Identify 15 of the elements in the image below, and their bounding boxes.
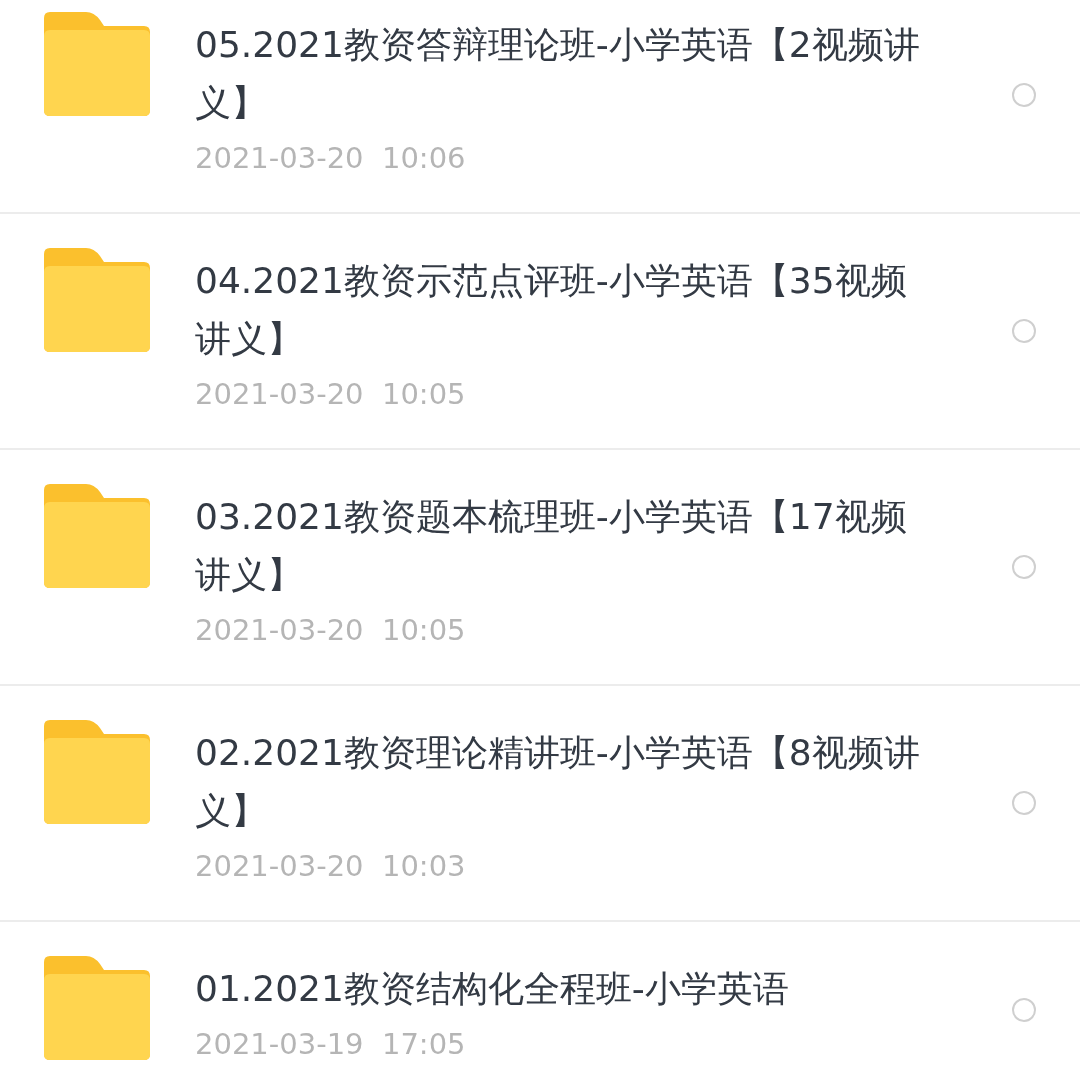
modified-date: 2021-03-20 10:05 bbox=[195, 612, 467, 648]
folder-icon bbox=[44, 484, 150, 588]
modified-date: 2021-03-20 10:06 bbox=[195, 140, 467, 176]
folder-icon bbox=[44, 720, 150, 824]
folder-name[interactable]: 02.2021教资理论精讲班-小学英语【8视频讲义】 bbox=[195, 724, 930, 840]
modified-date: 2021-03-20 10:05 bbox=[195, 376, 467, 412]
folder-icon bbox=[44, 248, 150, 352]
folder-name[interactable]: 04.2021教资示范点评班-小学英语【35视频讲义】 bbox=[195, 252, 930, 368]
folder-name[interactable]: 03.2021教资题本梳理班-小学英语【17视频讲义】 bbox=[195, 488, 930, 604]
modified-date: 2021-03-20 10:03 bbox=[195, 848, 467, 884]
folder-icon bbox=[44, 12, 150, 116]
modified-date: 2021-03-19 17:05 bbox=[195, 1026, 467, 1062]
folder-name[interactable]: 01.2021教资结构化全程班-小学英语 bbox=[195, 960, 930, 1018]
folder-name[interactable]: 05.2021教资答辩理论班-小学英语【2视频讲义】 bbox=[195, 16, 930, 132]
folder-icon bbox=[44, 956, 150, 1060]
